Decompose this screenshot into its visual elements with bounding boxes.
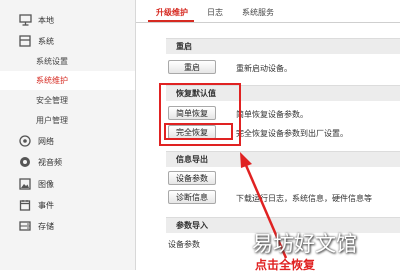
annotation-text: 点击全恢复	[255, 258, 316, 272]
watermark-text: 易坊好文馆	[252, 232, 357, 256]
